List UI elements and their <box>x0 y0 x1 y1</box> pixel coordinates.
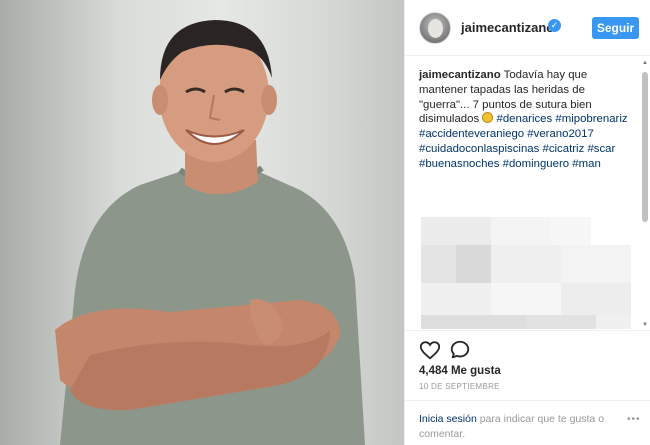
login-link[interactable]: Inicia sesión <box>419 413 477 425</box>
hashtag-link[interactable]: #man <box>572 158 601 170</box>
heart-outline-icon[interactable] <box>419 339 441 361</box>
hashtag-link[interactable]: #verano2017 <box>527 128 594 140</box>
post-date[interactable]: 10 DE SEPTIEMBRE <box>419 382 500 391</box>
scroll-down-icon[interactable]: ▼ <box>642 322 648 328</box>
caption-area: jaimecantizano Todavía hay que mantener … <box>405 57 650 329</box>
hashtag-link[interactable]: #scar <box>587 143 615 155</box>
login-text: Inicia sesión para indicar que te gusta … <box>419 412 619 442</box>
likes-count[interactable]: 4,484 Me gusta <box>419 365 501 377</box>
hashtag-link[interactable]: #dominguero <box>503 158 570 170</box>
hashtag-link[interactable]: #denarices <box>496 113 552 125</box>
hashtag-link[interactable]: #cuidadoconlaspiscinas <box>419 143 539 155</box>
post-actions: 4,484 Me gusta 10 DE SEPTIEMBRE Inicia s… <box>405 330 650 445</box>
caption-scrollbar[interactable]: ▲ ▼ <box>642 60 648 328</box>
ellipsis-icon[interactable]: ••• <box>627 415 643 425</box>
avatar-face <box>428 19 443 38</box>
scroll-thumb[interactable] <box>642 72 648 222</box>
hashtag-link[interactable]: #accidenteveraniego <box>419 128 524 140</box>
caption: jaimecantizano Todavía hay que mantener … <box>419 68 637 172</box>
hashtag-link[interactable]: #buenasnoches <box>419 158 499 170</box>
post-side-panel: jaimecantizano ✓ Seguir jaimecantizano T… <box>404 0 650 445</box>
scroll-up-icon[interactable]: ▲ <box>642 60 648 66</box>
post-photo <box>0 0 404 445</box>
login-prompt: Inicia sesión para indicar que te gusta … <box>405 400 650 445</box>
comment-bubble-icon[interactable] <box>449 339 471 361</box>
username-link[interactable]: jaimecantizano <box>461 20 554 35</box>
pixelated-comments-block <box>421 217 631 329</box>
follow-button[interactable]: Seguir <box>592 17 639 39</box>
sweat-smile-emoji-icon <box>482 112 494 124</box>
verified-badge-icon: ✓ <box>548 19 561 32</box>
hashtag-link[interactable]: #cicatriz <box>543 143 585 155</box>
hashtag-link[interactable]: #mipobrenariz <box>555 113 627 125</box>
caption-username[interactable]: jaimecantizano <box>419 69 501 81</box>
avatar[interactable] <box>419 12 451 44</box>
post-header: jaimecantizano ✓ Seguir <box>405 0 650 56</box>
